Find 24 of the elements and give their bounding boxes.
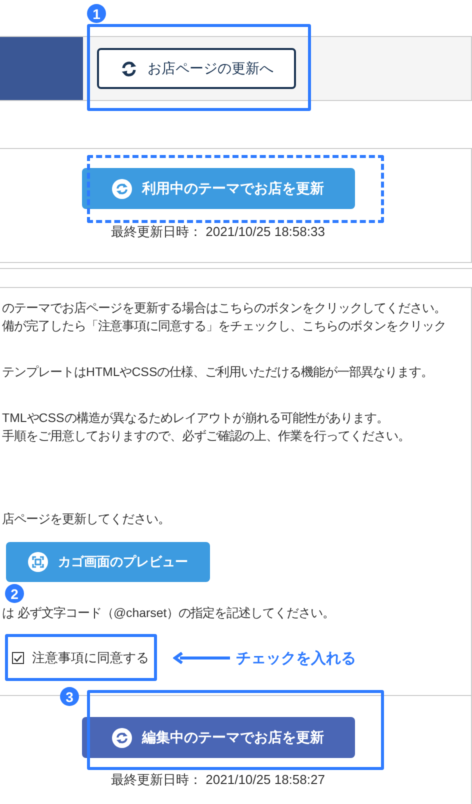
step-badge: 2 <box>5 584 24 603</box>
instruction-text: 店ページを更新してください。 <box>2 511 171 528</box>
last-updated-text: 最終更新日時： 2021/10/25 18:58:27 <box>111 771 325 789</box>
update-with-editing-theme-button[interactable]: 編集中のテーマでお店を更新 <box>82 717 354 758</box>
refresh-icon <box>120 60 138 78</box>
update-with-current-theme-button[interactable]: 利用中のテーマでお店を更新 <box>82 168 354 209</box>
instruction-text: のテーマでお店ページを更新する場合はこちらのボタンをクリックしてください。 <box>2 300 447 317</box>
instruction-text: TMLやCSSの構造が異なるためレイアウトが崩れる可能性があります。 <box>2 410 390 427</box>
cart-preview-button[interactable]: カゴ画面のプレビュー <box>6 542 210 582</box>
agree-checkbox[interactable] <box>12 652 24 664</box>
step-badge: 1 <box>87 4 106 23</box>
step-badge: 3 <box>60 687 79 706</box>
preview-icon <box>28 552 48 572</box>
refresh-icon <box>112 178 132 198</box>
shop-page-update-button[interactable]: お店ページの更新へ <box>97 48 296 89</box>
instruction-text: テンプレートはHTMLやCSSの仕様、ご利用いただける機能が一部異なります。 <box>2 364 434 381</box>
instruction-text: 手順をご用意しておりますので、必ずご確認の上、作業を行ってください。 <box>2 428 411 445</box>
annotation-note: チェックを入れる <box>236 648 356 668</box>
charset-note: は 必ず文字コード（@charset）の指定を記述してください。 <box>2 605 336 622</box>
agree-label[interactable]: 注意事項に同意する <box>32 649 149 667</box>
last-updated-text: 最終更新日時： 2021/10/25 18:58:33 <box>111 223 325 241</box>
refresh-icon <box>112 728 132 748</box>
arrow-icon <box>173 652 230 664</box>
instruction-text: 備が完了したら「注意事項に同意する」をチェックし、こちらのボタンをクリック <box>2 318 447 335</box>
